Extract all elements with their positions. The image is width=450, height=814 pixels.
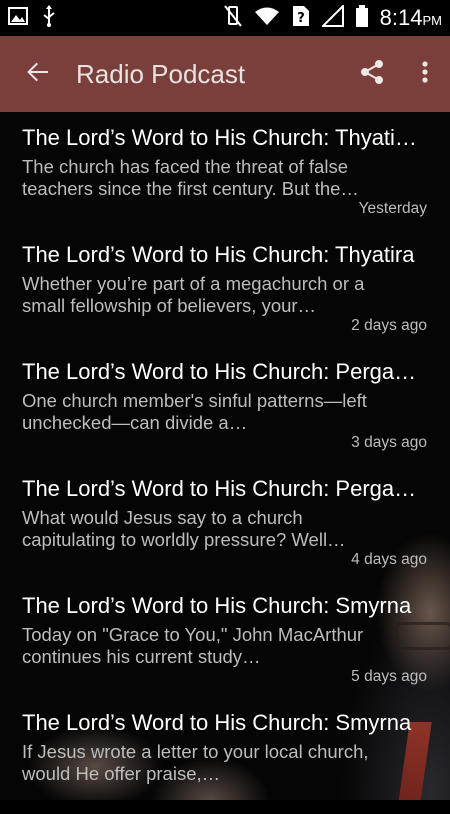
sim-unknown-icon: ? <box>292 5 310 31</box>
share-button[interactable] <box>344 36 400 112</box>
episode-description: The church has faced the threat of false… <box>22 156 359 199</box>
episode-title: The Lord’s Word to His Church: Perga… <box>22 476 417 501</box>
signal-icon <box>320 3 344 31</box>
vibrate-off-icon <box>223 5 242 31</box>
episode-title: The Lord’s Word to His Church: Thyatira <box>22 242 415 267</box>
list-item[interactable]: The Lord’s Word to His Church: Perga… Wh… <box>0 463 450 580</box>
more-vert-icon <box>421 60 429 88</box>
status-bar: ? 8:14PM <box>0 0 450 36</box>
episode-description: If Jesus wrote a letter to your local ch… <box>22 741 369 784</box>
usb-icon <box>42 5 56 31</box>
clock-ampm: PM <box>422 13 443 28</box>
list-item[interactable]: The Lord’s Word to His Church: Thyatira … <box>0 229 450 346</box>
episode-title: The Lord’s Word to His Church: Smyrna <box>22 710 412 735</box>
list-item[interactable]: The Lord’s Word to His Church: Perga… On… <box>0 346 450 463</box>
episode-date: 4 days ago <box>351 551 427 568</box>
episode-description: What would Jesus say to a church capitul… <box>22 507 346 550</box>
back-arrow-icon <box>26 60 50 88</box>
episode-description: Whether you’re part of a megachurch or a… <box>22 273 365 316</box>
list-item[interactable]: The Lord’s Word to His Church: Smyrna If… <box>0 697 450 814</box>
episode-date: Yesterday <box>358 200 427 217</box>
episode-date: 5 days ago <box>351 668 427 685</box>
more-options-button[interactable] <box>400 36 450 112</box>
page-title: Radio Podcast <box>76 58 246 89</box>
clock-time: 8:14 <box>379 5 423 30</box>
app-bar: Radio Podcast <box>0 36 450 112</box>
list-item[interactable]: The Lord’s Word to His Church: Thyati… T… <box>0 112 450 229</box>
episode-description: One church member's sinful patterns—left… <box>22 390 367 433</box>
image-icon <box>8 7 28 29</box>
share-icon <box>359 59 385 89</box>
back-button[interactable] <box>0 36 76 112</box>
svg-text:?: ? <box>297 11 305 26</box>
episode-date: 3 days ago <box>351 434 427 451</box>
episode-title: The Lord’s Word to His Church: Smyrna <box>22 593 412 618</box>
episode-title: The Lord’s Word to His Church: Perga… <box>22 359 417 384</box>
list-item[interactable]: The Lord’s Word to His Church: Smyrna To… <box>0 580 450 697</box>
wifi-icon <box>254 6 280 30</box>
episode-date: 2 days ago <box>351 317 427 334</box>
episode-description: Today on "Grace to You," John MacArthur … <box>22 624 364 667</box>
episode-title: The Lord’s Word to His Church: Thyati… <box>22 125 417 150</box>
clock: 8:14PM <box>380 5 442 31</box>
battery-icon <box>355 5 368 31</box>
episode-list: The Lord’s Word to His Church: Thyati… T… <box>0 112 450 814</box>
